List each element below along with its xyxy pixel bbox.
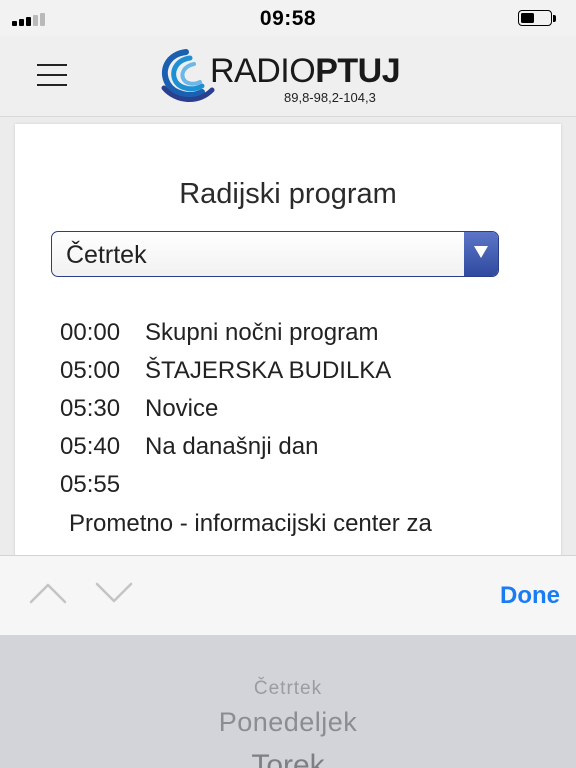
chevron-up-icon[interactable] [28, 580, 68, 606]
triangle-down-icon [474, 246, 488, 258]
screen: 09:58 RADIOPTUJ 89,8-98,2-104,3 Radijski… [0, 0, 576, 768]
schedule-note: Prometno - informacijski center za [69, 510, 432, 537]
schedule-time: 05:30 [60, 395, 121, 422]
picker-option[interactable]: Torek [0, 749, 576, 768]
content-card: Radijski program Četrtek 00:00 Skupni no… [15, 124, 561, 564]
schedule-row: 05:55 [60, 471, 540, 509]
schedule-program: Skupni nočni program [145, 319, 379, 346]
chevron-down-icon[interactable] [94, 580, 134, 606]
done-button[interactable]: Done [500, 582, 560, 610]
logo-text: RADIOPTUJ [210, 52, 401, 90]
schedule-time: 05:00 [60, 357, 121, 384]
schedule-row: 05:00 ŠTAJERSKA BUDILKA [60, 357, 540, 395]
picker-wheel[interactable]: Četrtek Ponedeljek Torek [0, 635, 576, 768]
page-title: Radijski program [179, 178, 397, 210]
status-time: 09:58 [259, 7, 317, 30]
logo-frequencies: 89,8-98,2-104,3 [284, 90, 376, 105]
schedule-row: 05:40 Na današnji dan [60, 433, 540, 471]
day-select[interactable]: Četrtek [51, 231, 499, 277]
status-bar: 09:58 [0, 0, 576, 36]
picker-option[interactable]: Ponedeljek [0, 707, 576, 738]
radio-ptuj-logo[interactable]: RADIOPTUJ 89,8-98,2-104,3 [156, 44, 422, 106]
schedule-time: 05:40 [60, 433, 121, 460]
schedule-program: Novice [145, 395, 219, 422]
day-select-value: Četrtek [66, 241, 147, 269]
logo-swirl-icon [161, 49, 215, 102]
picker-toolbar: Done [0, 555, 576, 636]
schedule-row: 00:00 Skupni nočni program [60, 319, 540, 357]
battery-icon [518, 10, 558, 28]
schedule-list: 00:00 Skupni nočni program 05:00 ŠTAJERS… [60, 319, 540, 509]
schedule-program: Na današnji dan [145, 433, 319, 460]
picker-option[interactable]: Četrtek [0, 678, 576, 700]
schedule-program: ŠTAJERSKA BUDILKA [145, 357, 392, 384]
schedule-row: 05:30 Novice [60, 395, 540, 433]
select-dropdown-button[interactable] [464, 232, 498, 276]
schedule-time: 05:55 [60, 471, 121, 498]
hamburger-menu-icon[interactable] [34, 62, 70, 88]
schedule-time: 00:00 [60, 319, 121, 346]
app-header: RADIOPTUJ 89,8-98,2-104,3 [0, 36, 576, 117]
